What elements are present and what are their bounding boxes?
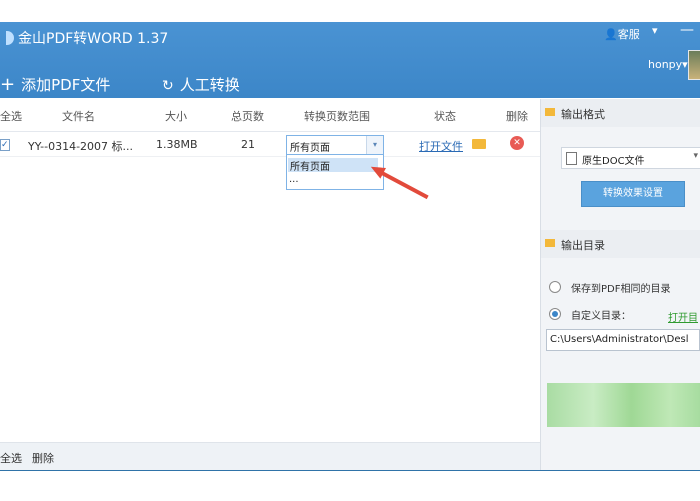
range-option-more[interactable]: ... — [289, 174, 299, 185]
title-bar: 金山PDF转WORD 1.37 👤客服 ▾ — honpy▾ + 添加PDF文件 … — [0, 22, 700, 98]
radio-custom-dir[interactable] — [549, 308, 561, 320]
conversion-settings-button[interactable]: 转换效果设置 — [581, 181, 685, 207]
status-header: 状态 — [434, 110, 456, 123]
folder-icon[interactable] — [472, 139, 486, 149]
add-pdf-label: 添加PDF文件 — [21, 76, 111, 94]
annotation-arrow-shaft — [379, 170, 429, 200]
open-dir-link[interactable]: 打开目 — [668, 309, 698, 324]
range-option-all[interactable]: 所有页面 — [288, 158, 378, 173]
output-format-title: 输出格式 — [561, 108, 605, 121]
output-format-icon — [545, 108, 555, 116]
open-file-link[interactable]: 打开文件 — [419, 138, 463, 154]
banner-image — [547, 383, 700, 427]
menu-chevron-icon[interactable]: ▾ — [652, 24, 658, 37]
output-path-field[interactable]: C:\Users\Administrator\Desl — [546, 329, 700, 351]
window-bottom-edge — [0, 470, 700, 501]
size-header: 大小 — [165, 110, 187, 123]
bottom-select-all[interactable]: 全选 — [0, 450, 22, 466]
doc-file-icon — [566, 152, 577, 165]
output-format-header: 输出格式 — [541, 99, 700, 127]
app-title-text: 金山PDF转WORD 1.37 — [18, 31, 169, 47]
chevron-down-icon[interactable]: ▾ — [366, 136, 383, 154]
same-dir-label: 保存到PDF相同的目录 — [571, 284, 671, 295]
format-value: 原生DOC文件 — [582, 156, 645, 167]
output-path-value: C:\Users\Administrator\Desl — [550, 334, 689, 345]
app-title: 金山PDF转WORD 1.37 — [6, 28, 168, 48]
output-dir-header: 输出目录 — [541, 230, 700, 258]
settings-panel: 输出格式 原生DOC文件 ▾ 转换效果设置 输出目录 保存到PDF相同的目录 自… — [540, 99, 700, 470]
chevron-down-icon: ▾ — [693, 151, 698, 161]
pages-header: 总页数 — [231, 110, 264, 123]
manual-convert-button[interactable]: ↻ 人工转换 — [162, 74, 240, 95]
page-range-value: 所有页面 — [290, 143, 330, 154]
app-logo-icon — [6, 31, 14, 45]
row-pages: 21 — [241, 138, 255, 151]
minimize-button[interactable]: — — [680, 22, 694, 38]
customer-service-button[interactable]: 👤客服 — [604, 26, 640, 42]
row-filename: YY--0314-2007 标... — [28, 140, 134, 153]
bottom-bar: 全选 删除 — [0, 442, 540, 471]
manual-convert-label: 人工转换 — [179, 76, 240, 94]
bottom-delete[interactable]: 删除 — [32, 450, 54, 466]
select-all-header[interactable]: 全选 — [0, 108, 22, 124]
customer-service-label: 客服 — [617, 28, 640, 41]
custom-dir-label: 自定义目录： — [571, 311, 631, 322]
delete-header: 删除 — [506, 110, 528, 123]
page-range-select[interactable]: 所有页面 ▾ — [286, 135, 384, 155]
format-select[interactable]: 原生DOC文件 ▾ — [561, 147, 700, 169]
avatar[interactable] — [688, 50, 700, 80]
row-checkbox[interactable]: ✓ — [0, 139, 10, 151]
plus-icon: + — [0, 74, 16, 95]
row-size: 1.38MB — [156, 138, 198, 151]
add-pdf-button[interactable]: + 添加PDF文件 — [0, 74, 110, 95]
filename-header: 文件名 — [62, 110, 95, 123]
output-dir-title: 输出目录 — [561, 239, 605, 252]
radio-same-dir[interactable] — [549, 281, 561, 293]
output-dir-icon — [545, 239, 555, 247]
range-header: 转换页数范围 — [304, 110, 370, 123]
refresh-icon: ↻ — [162, 78, 174, 94]
file-table-header: 全选 文件名 大小 总页数 转换页数范围 状态 删除 — [0, 99, 540, 132]
delete-row-icon[interactable]: ✕ — [510, 136, 524, 150]
username-label[interactable]: honpy▾ — [648, 58, 688, 71]
screen-top-margin — [0, 0, 700, 22]
